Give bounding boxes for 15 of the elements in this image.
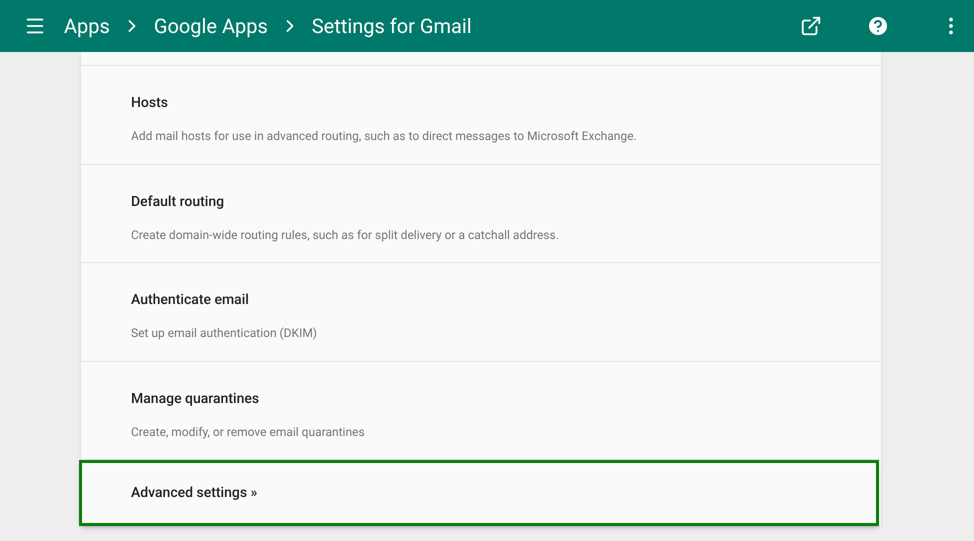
breadcrumb-link[interactable]: Settings for Gmail	[312, 11, 472, 41]
breadcrumb-link[interactable]: Apps	[64, 11, 110, 41]
section-description: Create, modify, or remove email quarantines	[131, 424, 366, 440]
section-description: Create domain-wide routing rules, such as for split delivery or a catchall address.	[131, 226, 560, 244]
advanced-settings-row[interactable]: Advanced settings »	[79, 460, 879, 526]
section-title[interactable]: Default routing	[131, 192, 881, 212]
external-link-icon[interactable]	[800, 15, 822, 37]
section-title[interactable]: Manage quarantines	[131, 388, 881, 410]
breadcrumb-link[interactable]: Google Apps	[154, 11, 268, 41]
section-description: Set up email authentication (DKIM)	[131, 325, 318, 342]
help-icon[interactable]	[866, 14, 890, 38]
section-title[interactable]: Authenticate email	[131, 290, 881, 311]
advanced-settings-link[interactable]: Advanced settings »	[131, 482, 258, 504]
section-description: Add mail hosts for use in advanced routing, such as to direct messages to Microsoft Exchange.	[131, 128, 638, 145]
section-title[interactable]: Hosts	[131, 93, 881, 114]
